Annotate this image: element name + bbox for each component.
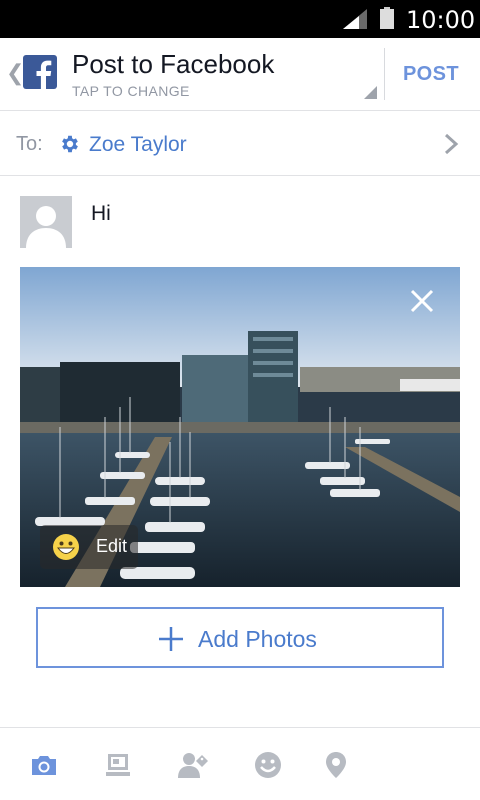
header: ❮ Post to Facebook TAP TO CHANGE POST <box>0 38 480 111</box>
edit-label: Edit <box>96 536 128 556</box>
recipient-name[interactable]: Zoe Taylor <box>89 133 187 157</box>
add-photos-label: Add Photos <box>198 626 317 652</box>
clock: 10:00 <box>406 6 476 34</box>
avatar <box>20 196 72 248</box>
audience-row[interactable]: To: Zoe Taylor <box>0 111 480 176</box>
edit-photo-button[interactable]: Edit <box>40 525 138 569</box>
location-icon[interactable] <box>321 750 351 780</box>
to-label: To: <box>16 133 43 155</box>
tag-people-icon[interactable] <box>178 750 208 780</box>
battery-icon <box>380 7 394 29</box>
back-chevron-icon[interactable]: ❮ <box>6 60 24 86</box>
feeling-icon[interactable] <box>253 750 283 780</box>
chevron-right-icon <box>444 133 459 155</box>
facebook-logo-icon[interactable] <box>23 55 57 89</box>
signal-icon <box>343 9 367 29</box>
status-bar: 10:00 <box>0 0 480 38</box>
dropdown-corner-icon <box>364 86 377 99</box>
tap-to-change-hint[interactable]: TAP TO CHANGE <box>72 83 190 99</box>
camera-icon[interactable] <box>29 750 59 780</box>
share-target-title[interactable]: Post to Facebook <box>72 49 274 80</box>
header-divider <box>384 48 385 100</box>
status-text-input[interactable]: Hi <box>91 202 111 226</box>
plus-icon <box>159 627 183 651</box>
composer-toolbar <box>0 727 480 800</box>
gear-icon <box>62 135 78 153</box>
post-button[interactable]: POST <box>403 63 459 86</box>
remove-photo-close-icon[interactable] <box>408 287 436 315</box>
album-icon[interactable] <box>103 750 133 780</box>
smiley-sticker-icon <box>53 534 79 560</box>
attached-photo[interactable]: Edit <box>20 267 460 587</box>
add-photos-button[interactable]: Add Photos <box>36 607 444 668</box>
